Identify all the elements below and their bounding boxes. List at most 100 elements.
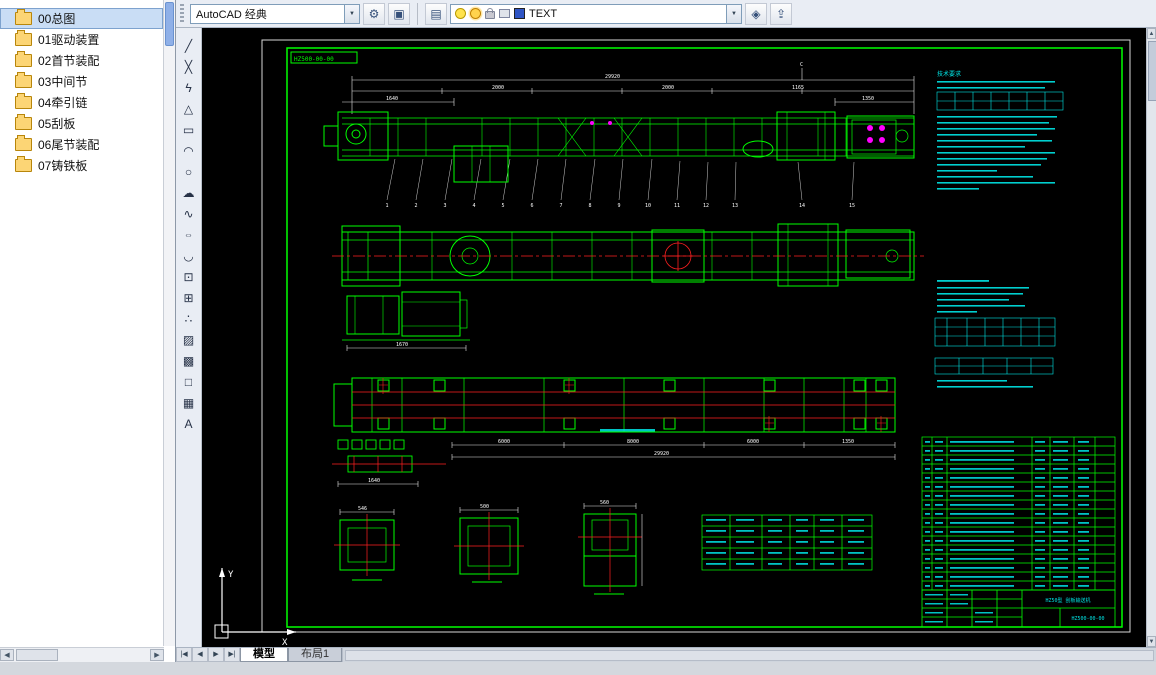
tool-polygon-button[interactable]: △ — [179, 99, 199, 119]
dim-label: 29920 — [654, 451, 669, 457]
svg-text:5: 5 — [501, 203, 504, 209]
tool-ellipse-arc-button[interactable]: ◡ — [179, 246, 199, 266]
draw-toolbar: ╱ ╳ ϟ △ ▭ ◠ ○ ☁ ∿ ○ ◡ ⊡ ⊞ ∴ ▨ ▩ □ ▦ A — [176, 28, 202, 647]
tree-item-03-middle[interactable]: 03中间节 — [0, 71, 163, 92]
scroll-left-icon[interactable]: ◀ — [0, 649, 14, 661]
folder-icon — [15, 138, 32, 151]
svg-text:7: 7 — [559, 203, 562, 209]
file-tree-panel: 00总图 01驱动装置 02首节装配 03中间节 04牵引链 05刮板 — [0, 0, 176, 662]
layer-on-off-icon[interactable] — [455, 8, 466, 19]
toolbar-grip[interactable] — [180, 4, 184, 24]
dim-label: 1640 — [386, 96, 398, 102]
tab-model[interactable]: 模型 — [240, 648, 288, 662]
tool-hatch-button[interactable]: ▨ — [179, 330, 199, 350]
layer-properties-button[interactable]: ▤ — [425, 3, 447, 25]
scroll-up-icon[interactable]: ▲ — [1147, 28, 1156, 39]
tab-layout1[interactable]: 布局1 — [288, 648, 342, 662]
tree-item-04-chain[interactable]: 04牵引链 — [0, 92, 163, 113]
tree-item-05-scraper[interactable]: 05刮板 — [0, 113, 163, 134]
tool-gradient-button[interactable]: ▩ — [179, 351, 199, 371]
line-icon: ╱ — [185, 39, 192, 53]
folder-icon — [15, 12, 32, 25]
layer-plot-icon[interactable] — [499, 9, 510, 18]
layer-states-button[interactable]: ◈ — [745, 3, 767, 25]
point-icon: ∴ — [185, 312, 193, 326]
tool-polyline-button[interactable]: ϟ — [179, 78, 199, 98]
tool-ellipse-button[interactable]: ○ — [179, 225, 199, 245]
autocad-window: 00总图 01驱动装置 02首节装配 03中间节 04牵引链 05刮板 — [0, 0, 1156, 675]
tool-insert-block-button[interactable]: ⊡ — [179, 267, 199, 287]
ellipse-icon: ○ — [185, 230, 192, 240]
scrollbar-thumb[interactable] — [1148, 41, 1156, 101]
tree-item-02-head[interactable]: 02首节装配 — [0, 50, 163, 71]
chevron-down-icon[interactable]: ▼ — [726, 5, 741, 23]
chevron-down-icon[interactable]: ▼ — [344, 5, 359, 23]
scrollbar-track[interactable] — [345, 650, 1154, 661]
layer-combo[interactable]: TEXT ▼ — [450, 4, 742, 24]
svg-text:4: 4 — [472, 203, 475, 209]
tool-rectangle-button[interactable]: ▭ — [179, 120, 199, 140]
top-elevation-view: 29920 2000 2000 1165 1640 1350 C — [324, 62, 914, 209]
svg-text:11: 11 — [674, 203, 680, 209]
canvas-vertical-scrollbar[interactable]: ▲ ▼ — [1146, 28, 1156, 647]
workspace-combo[interactable]: AutoCAD 经典 ▼ — [190, 4, 360, 24]
svg-text:10: 10 — [645, 203, 651, 209]
scroll-right-icon[interactable]: ▶ — [150, 649, 164, 661]
tree-item-01-drive[interactable]: 01驱动装置 — [0, 29, 163, 50]
tool-region-button[interactable]: □ — [179, 372, 199, 392]
tab-nav-next-button[interactable]: ▶ — [208, 648, 224, 662]
tool-arc-button[interactable]: ◠ — [179, 141, 199, 161]
tree-horizontal-scrollbar[interactable]: ◀ ▶ — [0, 647, 164, 662]
region-icon: □ — [185, 375, 192, 389]
scrollbar-thumb[interactable] — [165, 2, 174, 46]
canvas-horizontal-scrollbar[interactable] — [342, 648, 1156, 662]
tree-vertical-scrollbar[interactable] — [163, 0, 175, 646]
tool-revcloud-button[interactable]: ☁ — [179, 183, 199, 203]
dim-label: 29920 — [605, 74, 620, 80]
tool-line-button[interactable]: ╱ — [179, 36, 199, 56]
tree-item-label: 03中间节 — [38, 73, 87, 90]
bom-table — [922, 437, 1115, 590]
make-layer-current-button[interactable]: ⇪ — [770, 3, 792, 25]
dim-label: 1670 — [396, 342, 408, 348]
layer-combo-value: TEXT — [529, 8, 722, 20]
tool-construction-line-button[interactable]: ╳ — [179, 57, 199, 77]
scrollbar-thumb[interactable] — [16, 649, 58, 661]
folder-icon — [15, 117, 32, 130]
tool-point-button[interactable]: ∴ — [179, 309, 199, 329]
layer-freeze-icon[interactable] — [470, 8, 481, 19]
layer-lock-icon[interactable] — [485, 11, 495, 19]
ucs-y-label: Y — [228, 570, 234, 580]
tool-circle-button[interactable]: ○ — [179, 162, 199, 182]
tree-item-00-general[interactable]: 00总图 — [0, 8, 163, 29]
tool-spline-button[interactable]: ∿ — [179, 204, 199, 224]
svg-text:9: 9 — [617, 203, 620, 209]
gear-icon: ⚙ — [369, 7, 380, 21]
tab-nav-prev-button[interactable]: ◀ — [192, 648, 208, 662]
dim-label: 2000 — [662, 85, 674, 91]
tab-nav-first-button[interactable]: |◀ — [176, 648, 192, 662]
tool-make-block-button[interactable]: ⊞ — [179, 288, 199, 308]
spline-icon: ∿ — [183, 207, 193, 221]
make-block-icon: ⊞ — [183, 291, 193, 305]
scroll-down-icon[interactable]: ▼ — [1147, 636, 1156, 647]
save-workspace-button[interactable]: ▣ — [388, 3, 410, 25]
tab-nav-last-button[interactable]: ▶| — [224, 648, 240, 662]
folder-icon — [15, 159, 32, 172]
tool-mtext-button[interactable]: A — [179, 414, 199, 434]
tree-item-07-castiron[interactable]: 07铸铁板 — [0, 155, 163, 176]
table-icon: ▦ — [183, 396, 194, 410]
tree-item-06-tail[interactable]: 06尾节装配 — [0, 134, 163, 155]
model-space-canvas[interactable]: HZ500-00-00 29920 2000 2000 1165 1640 13… — [202, 28, 1146, 647]
tree-item-label: 04牵引链 — [38, 94, 87, 111]
notes-block: 技术要求 — [937, 70, 1063, 190]
balloon-numbers: 1 2 3 4 5 6 7 8 9 10 11 12 13 14 — [385, 203, 855, 209]
tree-item-label: 02首节装配 — [38, 52, 99, 69]
tool-table-button[interactable]: ▦ — [179, 393, 199, 413]
mtext-icon: A — [184, 417, 192, 431]
make-current-icon: ⇪ — [776, 7, 786, 21]
workspace-settings-button[interactable]: ⚙ — [363, 3, 385, 25]
gradient-icon: ▩ — [183, 354, 194, 368]
revision-cloud-icon: ☁ — [183, 186, 195, 200]
drive-detail-view: 1670 — [342, 292, 470, 351]
